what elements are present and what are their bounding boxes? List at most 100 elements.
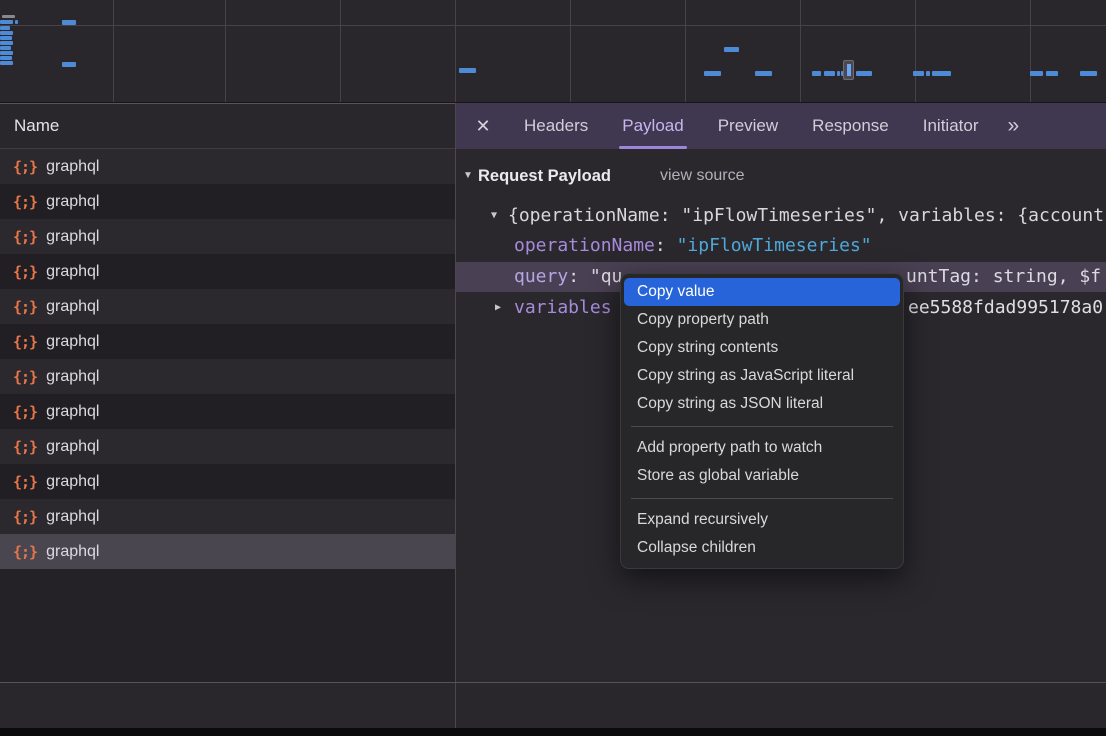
json-key: variables bbox=[514, 293, 612, 323]
selected-request-marker bbox=[843, 60, 854, 80]
request-timing-bar bbox=[755, 71, 772, 76]
timeline-gridline bbox=[800, 0, 801, 102]
request-timing-bar bbox=[0, 46, 11, 50]
json-braces-icon: {;} bbox=[13, 543, 37, 561]
request-row[interactable]: {;}graphql bbox=[0, 219, 455, 254]
request-name-label: graphql bbox=[46, 508, 99, 526]
json-braces-icon: {;} bbox=[13, 368, 37, 386]
tab-response[interactable]: Response bbox=[812, 103, 889, 149]
json-key: operationName bbox=[514, 235, 655, 256]
menu-item-copy-string-contents[interactable]: Copy string contents bbox=[624, 334, 900, 362]
request-timing-bar bbox=[932, 71, 951, 76]
timeline-gridline bbox=[1030, 0, 1031, 102]
timeline-gridline bbox=[113, 0, 114, 102]
request-row[interactable]: {;}graphql bbox=[0, 429, 455, 464]
request-row[interactable]: {;}graphql bbox=[0, 324, 455, 359]
json-string-value: "ipFlowTimeseries" bbox=[677, 235, 872, 256]
request-timing-bar bbox=[0, 31, 13, 35]
request-row[interactable]: {;}graphql bbox=[0, 534, 455, 569]
request-timing-bar bbox=[0, 56, 12, 60]
request-name-label: graphql bbox=[46, 158, 99, 176]
menu-item-copy-string-as-json-literal[interactable]: Copy string as JSON literal bbox=[624, 390, 900, 418]
request-row[interactable]: {;}graphql bbox=[0, 394, 455, 429]
request-timing-bar bbox=[913, 71, 924, 76]
request-row[interactable]: {;}graphql bbox=[0, 464, 455, 499]
timeline-gridline bbox=[685, 0, 686, 102]
menu-item-copy-property-path[interactable]: Copy property path bbox=[624, 306, 900, 334]
request-timing-bar bbox=[704, 71, 721, 76]
request-timing-bar bbox=[812, 71, 821, 76]
request-timing-bar bbox=[62, 62, 76, 67]
json-preview-right: ee5588fdad995178a0 bbox=[908, 293, 1103, 323]
json-braces-icon: {;} bbox=[13, 438, 37, 456]
request-name-label: graphql bbox=[46, 368, 99, 386]
request-timing-bar bbox=[0, 20, 13, 24]
request-timing-bar bbox=[1030, 71, 1043, 76]
timeline-gridline bbox=[455, 0, 456, 102]
more-tabs-icon[interactable]: » bbox=[1007, 103, 1019, 149]
request-list-panel: Name {;}graphql{;}graphql{;}graphql{;}gr… bbox=[0, 103, 455, 736]
name-column-header[interactable]: Name bbox=[0, 103, 455, 149]
json-braces-icon: {;} bbox=[13, 228, 37, 246]
request-timing-bar bbox=[62, 20, 76, 25]
timeline-gridline bbox=[340, 0, 341, 102]
colon: : bbox=[568, 266, 590, 287]
json-braces-icon: {;} bbox=[13, 403, 37, 421]
tab-headers[interactable]: Headers bbox=[524, 103, 588, 149]
menu-item-collapse-children[interactable]: Collapse children bbox=[624, 534, 900, 562]
menu-item-copy-value[interactable]: Copy value bbox=[624, 278, 900, 306]
overview-row-divider bbox=[0, 25, 1106, 26]
request-timing-bar bbox=[2, 15, 15, 18]
request-name-label: graphql bbox=[46, 298, 99, 316]
json-string-value-right: untTag: string, $f bbox=[906, 262, 1101, 292]
request-timing-bar bbox=[0, 36, 12, 40]
timeline-gridline bbox=[915, 0, 916, 102]
menu-item-store-as-global-variable[interactable]: Store as global variable bbox=[624, 462, 900, 490]
request-list: {;} graphql {;} graphql {;} graphql {;} graphql… bbox=[0, 149, 455, 569]
details-tab-bar: ✕ Headers Payload Preview Response Initiator… bbox=[455, 103, 1106, 149]
request-row[interactable]: {;}graphql bbox=[0, 184, 455, 219]
request-timing-bar bbox=[1046, 71, 1058, 76]
view-source-link[interactable]: view source bbox=[660, 161, 744, 191]
menu-item-expand-recursively[interactable]: Expand recursively bbox=[624, 506, 900, 534]
tab-preview[interactable]: Preview bbox=[718, 103, 778, 149]
request-timing-bar bbox=[0, 26, 10, 30]
summary-bar-divider bbox=[0, 682, 1106, 683]
tab-payload[interactable]: Payload bbox=[622, 103, 683, 149]
devtools-network-window: Name {;}graphql{;}graphql{;}graphql{;}gr… bbox=[0, 0, 1106, 736]
expand-triangle-icon[interactable]: ▶ bbox=[495, 293, 501, 323]
request-timing-bar bbox=[724, 47, 739, 52]
json-braces-icon: {;} bbox=[13, 508, 37, 526]
panel-divider[interactable] bbox=[455, 103, 456, 728]
request-row[interactable]: {;} graphql bbox=[0, 359, 455, 394]
request-timing-bar bbox=[0, 61, 13, 65]
request-payload-section-header[interactable]: ▼ Request Payload view source bbox=[455, 161, 1106, 191]
context-menu: Copy valueCopy property pathCopy string … bbox=[620, 273, 904, 569]
colon: : bbox=[655, 235, 677, 256]
menu-divider bbox=[621, 418, 903, 434]
tab-initiator[interactable]: Initiator bbox=[923, 103, 979, 149]
json-braces-icon: {;} bbox=[13, 298, 37, 316]
menu-item-add-property-path-to-watch[interactable]: Add property path to watch bbox=[624, 434, 900, 462]
request-name-label: graphql bbox=[46, 333, 99, 351]
json-key: query bbox=[514, 266, 568, 287]
collapse-triangle-icon[interactable]: ▼ bbox=[491, 201, 497, 231]
selected-request-tick bbox=[847, 64, 851, 76]
section-title: Request Payload bbox=[478, 161, 611, 191]
close-icon[interactable]: ✕ bbox=[471, 116, 495, 137]
request-row[interactable]: {;} graphql bbox=[0, 499, 455, 534]
payload-row-operationName[interactable]: operationName: "ipFlowTimeseries" bbox=[455, 231, 1106, 261]
timeline-gridline bbox=[570, 0, 571, 102]
request-name-label: graphql bbox=[46, 263, 99, 281]
request-row[interactable]: {;}graphql bbox=[0, 149, 455, 184]
root-object-preview: {operationName: "ipFlowTimeseries", vari… bbox=[508, 201, 1104, 231]
request-row[interactable]: {;} graphql bbox=[0, 289, 455, 324]
timeline-gridline bbox=[225, 0, 226, 102]
collapse-triangle-icon[interactable]: ▼ bbox=[463, 161, 473, 191]
json-string-value-left: "qu bbox=[590, 266, 623, 287]
menu-item-copy-string-as-javascript-literal[interactable]: Copy string as JavaScript literal bbox=[624, 362, 900, 390]
request-row[interactable]: {;}graphql bbox=[0, 254, 455, 289]
network-overview-timeline[interactable] bbox=[0, 0, 1106, 103]
request-name-label: graphql bbox=[46, 193, 99, 211]
payload-root-row[interactable]: ▼ {operationName: "ipFlowTimeseries", va… bbox=[455, 201, 1106, 231]
